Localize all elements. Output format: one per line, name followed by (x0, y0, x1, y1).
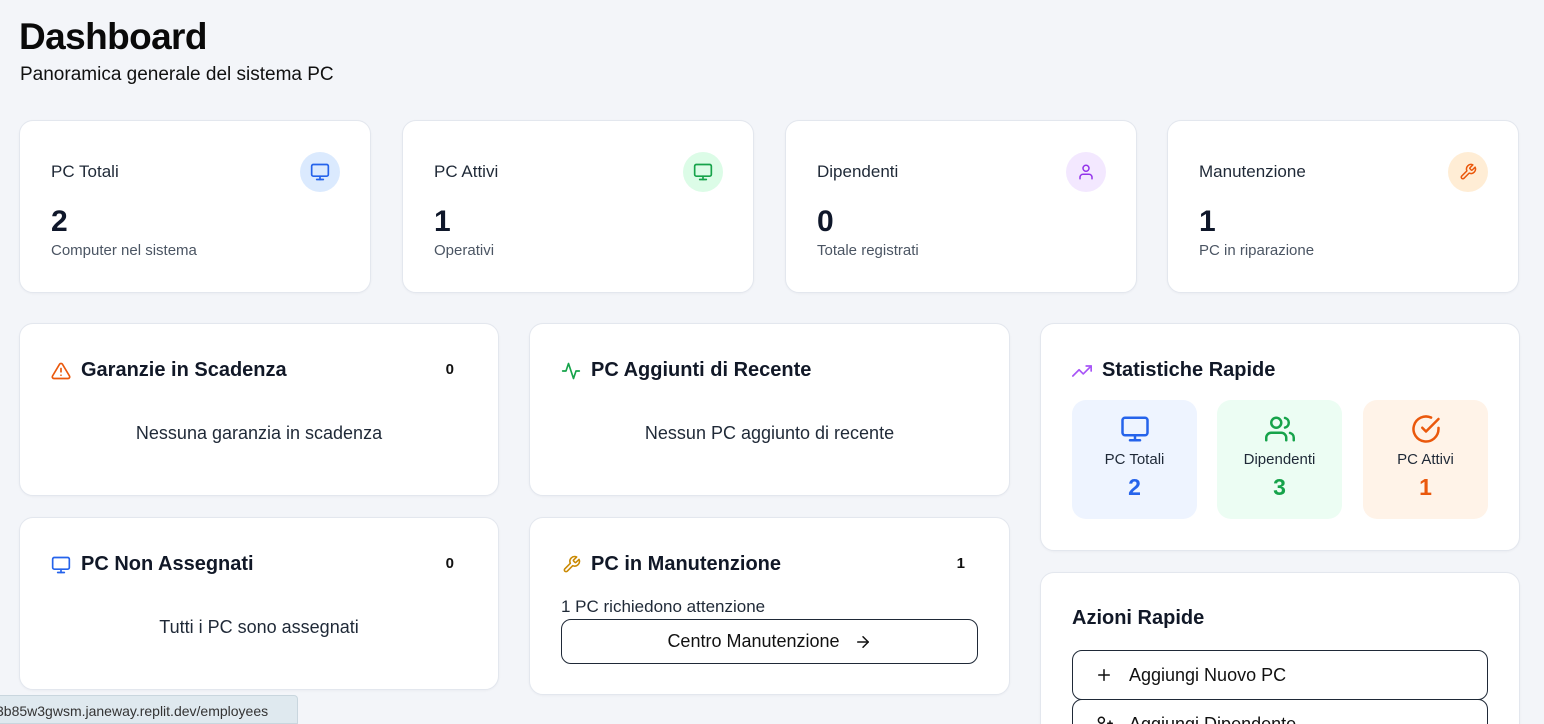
check-circle-icon (1363, 414, 1488, 446)
page-subtitle: Panoramica generale del sistema PC (20, 64, 334, 85)
users-icon (1217, 414, 1342, 446)
stat-description: Totale registrati (817, 242, 919, 259)
alert-triangle-icon (51, 361, 71, 381)
quick-stat-value: 3 (1273, 474, 1286, 500)
stat-value: 0 (817, 205, 834, 238)
quick-stat-label: Dipendenti (1243, 451, 1316, 468)
quick-stat-label: PC Attivi (1397, 451, 1454, 468)
stat-value: 2 (51, 205, 68, 238)
stat-card-pc-totali: PC Totali 2 Computer nel sistema (19, 120, 371, 293)
stat-value: 1 (1199, 205, 1216, 238)
activity-icon (561, 361, 581, 381)
wrench-icon (561, 555, 581, 575)
wrench-icon (1448, 152, 1488, 192)
quick-stat-value: 1 (1419, 474, 1432, 500)
arrow-right-icon (854, 633, 872, 651)
quick-stats-title: Statistiche Rapide (1072, 359, 1275, 382)
user-plus-icon (1095, 715, 1113, 724)
recent-pcs-card: PC Aggiunti di Recente Nessun PC aggiunt… (529, 323, 1010, 496)
maintenance-center-button[interactable]: Centro Manutenzione (561, 619, 978, 664)
warranties-empty-text: Nessuna garanzia in scadenza (135, 423, 383, 443)
stat-value: 1 (434, 205, 451, 238)
stat-card-pc-attivi: PC Attivi 1 Operativi (402, 120, 754, 293)
maintenance-note: 1 PC richiedono attenzione (561, 597, 766, 616)
maintenance-title: PC in Manutenzione (561, 553, 781, 576)
page-title: Dashboard (19, 16, 207, 57)
user-icon (1066, 152, 1106, 192)
warranties-count-badge: 0 (445, 361, 454, 378)
monitor-icon (1072, 414, 1197, 446)
quick-stat-pc-totali: PC Totali 2 (1072, 400, 1197, 519)
stat-title: Manutenzione (1199, 162, 1306, 181)
quick-stat-pc-attivi: PC Attivi 1 (1363, 400, 1488, 519)
stat-title: PC Attivi (434, 162, 499, 181)
stat-description: PC in riparazione (1199, 242, 1315, 259)
monitor-icon (300, 152, 340, 192)
quick-stats-title-text: Statistiche Rapide (1102, 359, 1276, 381)
maintenance-count-badge: 1 (956, 555, 965, 572)
unassigned-title: PC Non Assegnati (51, 553, 254, 576)
stat-card-dipendenti: Dipendenti 0 Totale registrati (785, 120, 1137, 293)
plus-icon (1095, 666, 1113, 684)
add-employee-button[interactable]: Aggiungi Dipendente (1072, 699, 1488, 724)
maintenance-center-button-label: Centro Manutenzione (667, 631, 840, 651)
quick-stat-label: PC Totali (1104, 451, 1165, 468)
recent-pcs-empty-text: Nessun PC aggiunto di recente (644, 423, 895, 443)
trending-up-icon (1072, 361, 1092, 381)
monitor-icon (51, 555, 71, 575)
stat-description: Computer nel sistema (51, 242, 197, 259)
warranties-title-text: Garanzie in Scadenza (81, 359, 287, 381)
browser-status-url: 3b85w3gwsm.janeway.replit.dev/employees (0, 695, 298, 724)
stat-title: Dipendenti (817, 162, 899, 181)
add-pc-button[interactable]: Aggiungi Nuovo PC (1072, 650, 1488, 700)
recent-pcs-title: PC Aggiunti di Recente (561, 359, 811, 382)
recent-pcs-title-text: PC Aggiunti di Recente (591, 359, 812, 381)
warranties-title: Garanzie in Scadenza (51, 359, 287, 382)
quick-stats-card: Statistiche Rapide PC Totali 2 Dipendent… (1040, 323, 1520, 551)
stat-title: PC Totali (51, 162, 119, 181)
maintenance-title-text: PC in Manutenzione (591, 553, 781, 575)
monitor-icon (683, 152, 723, 192)
quick-actions-title: Azioni Rapide (1072, 607, 1205, 629)
add-pc-button-label: Aggiungi Nuovo PC (1129, 664, 1287, 685)
quick-actions-card: Azioni Rapide Aggiungi Nuovo PC Aggiungi… (1040, 572, 1520, 724)
unassigned-title-text: PC Non Assegnati (81, 553, 254, 575)
unassigned-count-badge: 0 (445, 555, 454, 572)
quick-stat-value: 2 (1128, 474, 1141, 500)
add-employee-button-label: Aggiungi Dipendente (1129, 713, 1297, 724)
unassigned-empty-text: Tutti i PC sono assegnati (159, 617, 359, 637)
status-url-text: 3b85w3gwsm.janeway.replit.dev/employees (0, 703, 269, 719)
unassigned-card: PC Non Assegnati 0 Tutti i PC sono asseg… (19, 517, 499, 690)
warranties-card: Garanzie in Scadenza 0 Nessuna garanzia … (19, 323, 499, 496)
stat-description: Operativi (434, 242, 495, 259)
maintenance-card: PC in Manutenzione 1 1 PC richiedono att… (529, 517, 1010, 695)
quick-stat-dipendenti: Dipendenti 3 (1217, 400, 1342, 519)
stat-card-manutenzione: Manutenzione 1 PC in riparazione (1167, 120, 1519, 293)
